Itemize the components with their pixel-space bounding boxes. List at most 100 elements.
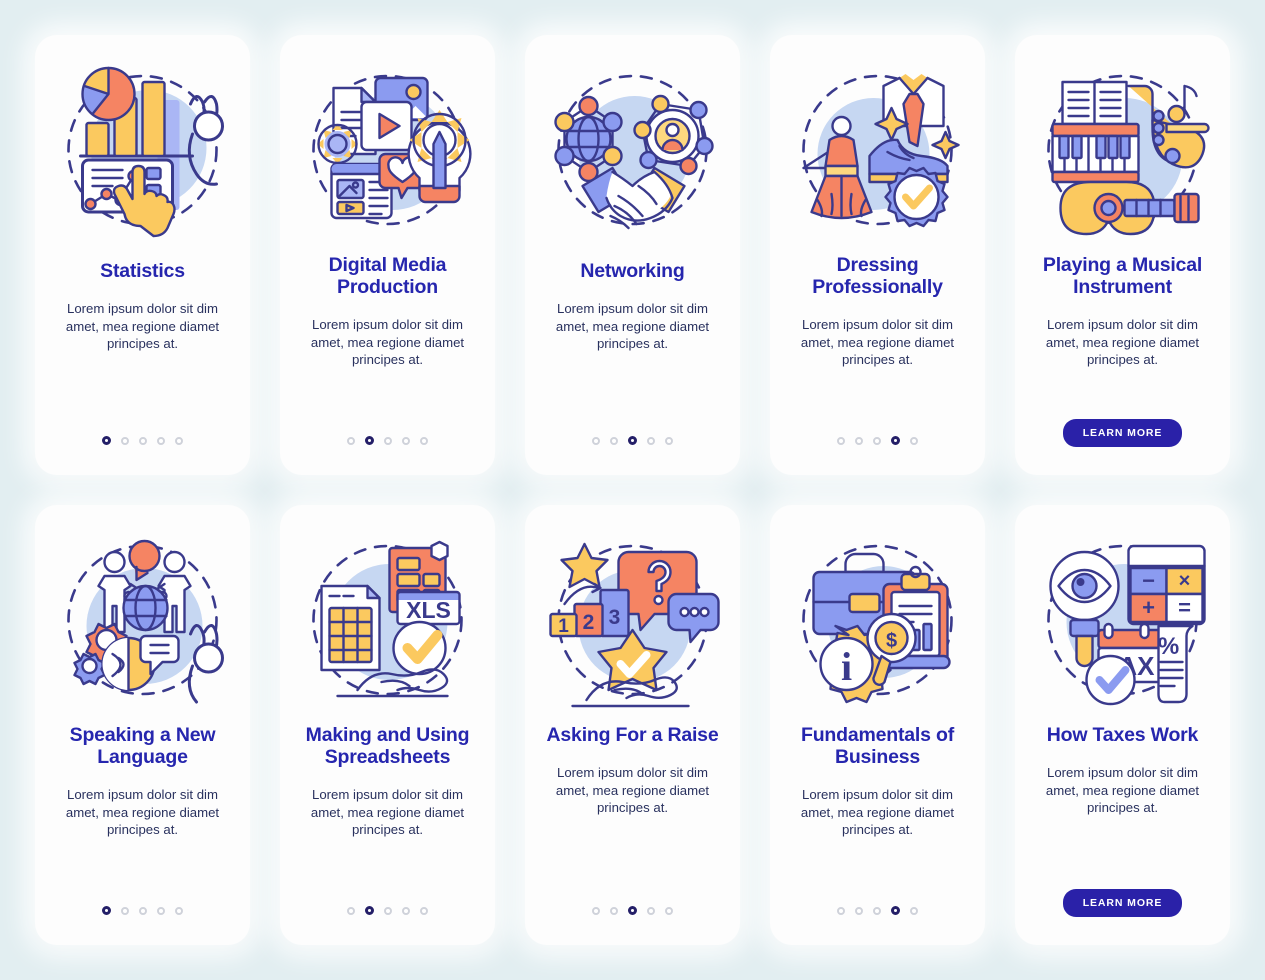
learn-more-button[interactable]: LEARN MORE — [1062, 419, 1183, 447]
pagination-dot[interactable] — [665, 906, 673, 915]
pagination-dot[interactable] — [347, 906, 355, 915]
card-title: Dressing Professionally — [812, 254, 943, 299]
dollar-label: $ — [886, 630, 897, 652]
pagination-dots[interactable] — [592, 906, 673, 915]
business-illustration: i $ — [783, 527, 973, 712]
card-title: Speaking a New Language — [69, 724, 216, 769]
card-making-and-using-spreadsheets[interactable]: XLS Making and Using Spreadsheets Lorem … — [280, 505, 495, 945]
pagination-dots[interactable] — [592, 436, 673, 445]
card-title: Playing a Musical Instrument — [1042, 254, 1203, 299]
card-title: Making and Using Spreadsheets — [305, 724, 470, 769]
pagination-dot[interactable] — [910, 906, 918, 915]
card-how-taxes-work[interactable]: − × + = TAX — [1015, 505, 1230, 945]
card-title: Digital Media Production — [328, 254, 447, 299]
card-title: Networking — [580, 260, 685, 282]
pagination-dot[interactable] — [139, 906, 147, 915]
card-fundamentals-of-business[interactable]: i $ Fundamentals of Business Lorem ipsum… — [770, 505, 985, 945]
pagination-dot[interactable] — [420, 906, 428, 915]
pagination-dot[interactable] — [365, 436, 374, 445]
card-digital-media-production[interactable]: Digital Media Production Lorem ipsum dol… — [280, 35, 495, 475]
podium-second-label: 2 — [583, 611, 595, 634]
card-dressing-professionally[interactable]: Dressing Professionally Lorem ipsum dolo… — [770, 35, 985, 475]
pagination-dot[interactable] — [855, 436, 863, 445]
pagination-dots[interactable] — [347, 906, 428, 915]
pagination-dot[interactable] — [157, 906, 165, 915]
statistics-illustration — [48, 57, 238, 242]
pagination-dot[interactable] — [610, 906, 618, 915]
dressing-illustration — [783, 57, 973, 242]
calc-minus-label: − — [1142, 568, 1155, 593]
pagination-dot[interactable] — [121, 906, 129, 915]
pagination-dot[interactable] — [855, 906, 863, 915]
pagination-dot[interactable] — [665, 436, 673, 445]
pagination-dot[interactable] — [121, 436, 129, 445]
pagination-dot[interactable] — [628, 906, 637, 915]
pagination-dots[interactable] — [837, 436, 918, 445]
language-illustration — [48, 527, 238, 712]
card-description: Lorem ipsum dolor sit dim amet, mea regi… — [1045, 765, 1200, 816]
podium-first-label: 1 — [558, 616, 569, 637]
pagination-dot[interactable] — [837, 436, 845, 445]
percent-label: % — [1158, 633, 1179, 660]
pagination-dot[interactable] — [384, 906, 392, 915]
pagination-dot[interactable] — [347, 436, 355, 445]
xls-label: XLS — [406, 597, 451, 623]
pagination-dots[interactable] — [347, 436, 428, 445]
info-label: i — [841, 644, 852, 689]
card-statistics[interactable]: Statistics Lorem ipsum dolor sit dim ame… — [35, 35, 250, 475]
pagination-dot[interactable] — [139, 436, 147, 445]
pagination-dot[interactable] — [175, 436, 183, 445]
pagination-dot[interactable] — [628, 436, 637, 445]
spreadsheet-illustration: XLS — [293, 527, 483, 712]
pagination-dot[interactable] — [592, 436, 600, 445]
card-title: Fundamentals of Business — [800, 724, 954, 769]
raise-illustration: 3 2 1 — [538, 527, 728, 712]
card-description: Lorem ipsum dolor sit dim amet, mea regi… — [65, 301, 220, 352]
pagination-dot[interactable] — [873, 436, 881, 445]
onboarding-screens-grid: Statistics Lorem ipsum dolor sit dim ame… — [0, 0, 1265, 980]
card-description: Lorem ipsum dolor sit dim amet, mea regi… — [65, 787, 220, 838]
card-playing-a-musical-instrument[interactable]: Playing a Musical Instrument Lorem ipsum… — [1015, 35, 1230, 475]
pagination-dot[interactable] — [365, 906, 374, 915]
pagination-dot[interactable] — [157, 436, 165, 445]
pagination-dot[interactable] — [592, 906, 600, 915]
pagination-dot[interactable] — [102, 436, 111, 445]
networking-illustration — [538, 57, 728, 242]
card-speaking-a-new-language[interactable]: Speaking a New Language Lorem ipsum dolo… — [35, 505, 250, 945]
pagination-dot[interactable] — [402, 906, 410, 915]
card-title: How Taxes Work — [1046, 724, 1199, 746]
calc-plus-label: + — [1142, 595, 1155, 620]
card-description: Lorem ipsum dolor sit dim amet, mea regi… — [1045, 317, 1200, 368]
pagination-dot[interactable] — [837, 906, 845, 915]
taxes-illustration: − × + = TAX — [1028, 527, 1218, 712]
card-description: Lorem ipsum dolor sit dim amet, mea regi… — [800, 317, 955, 368]
pagination-dot[interactable] — [647, 906, 655, 915]
calc-times-label: × — [1179, 570, 1191, 592]
pagination-dot[interactable] — [910, 436, 918, 445]
pagination-dot[interactable] — [175, 906, 183, 915]
podium-third-label: 3 — [609, 606, 621, 629]
card-title: Asking For a Raise — [546, 724, 719, 746]
pagination-dots[interactable] — [837, 906, 918, 915]
pagination-dot[interactable] — [647, 436, 655, 445]
card-networking[interactable]: Networking Lorem ipsum dolor sit dim ame… — [525, 35, 740, 475]
music-illustration — [1028, 57, 1218, 242]
pagination-dot[interactable] — [402, 436, 410, 445]
card-asking-for-a-raise[interactable]: 3 2 1 Asking For a Raise Lorem ipsum dol… — [525, 505, 740, 945]
pagination-dots[interactable] — [102, 906, 183, 915]
pagination-dot[interactable] — [102, 906, 111, 915]
pagination-dot[interactable] — [420, 436, 428, 445]
pagination-dots[interactable] — [102, 436, 183, 445]
learn-more-button[interactable]: LEARN MORE — [1062, 889, 1183, 917]
card-description: Lorem ipsum dolor sit dim amet, mea regi… — [310, 787, 465, 838]
pagination-dot[interactable] — [873, 906, 881, 915]
digital-media-illustration — [293, 57, 483, 242]
pagination-dot[interactable] — [384, 436, 392, 445]
pagination-dot[interactable] — [891, 436, 900, 445]
card-title: Statistics — [100, 260, 185, 282]
card-description: Lorem ipsum dolor sit dim amet, mea regi… — [310, 317, 465, 368]
card-description: Lorem ipsum dolor sit dim amet, mea regi… — [555, 301, 710, 352]
calc-equals-label: = — [1178, 595, 1191, 620]
pagination-dot[interactable] — [610, 436, 618, 445]
pagination-dot[interactable] — [891, 906, 900, 915]
